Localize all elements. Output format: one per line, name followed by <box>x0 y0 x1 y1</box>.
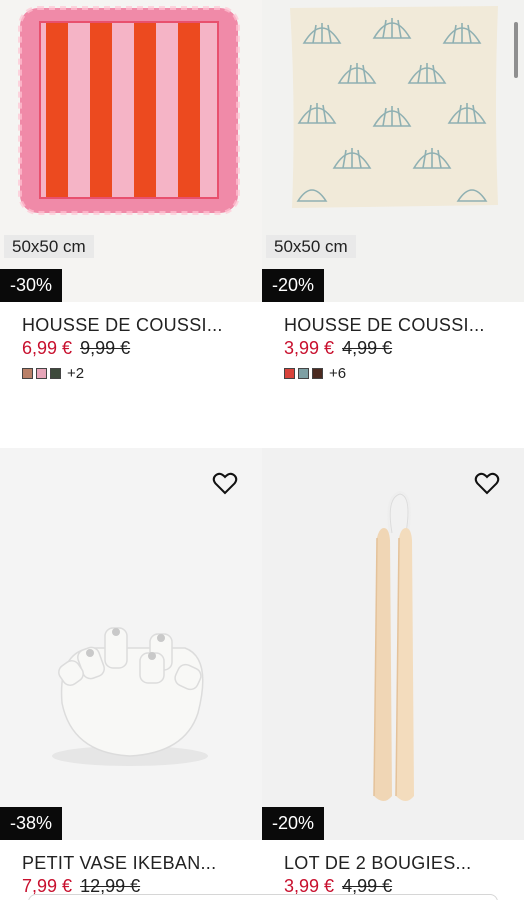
vase-image <box>0 448 262 840</box>
heart-outline-icon[interactable] <box>474 472 500 496</box>
heart-outline-icon[interactable] <box>212 472 238 496</box>
color-swatch[interactable] <box>36 367 47 379</box>
original-price: 4,99 € <box>342 876 393 896</box>
bottom-sheet-edge <box>28 894 498 900</box>
product-price: 6,99 € 9,99 € <box>22 337 240 359</box>
discount-badge: -30% <box>0 269 63 302</box>
size-badge: 50x50 cm <box>4 235 94 258</box>
candles-image <box>262 448 524 840</box>
more-colors-count[interactable]: +6 <box>329 365 346 382</box>
color-swatch[interactable] <box>312 367 323 379</box>
discount-badge: -20% <box>262 807 325 840</box>
discount-badge: -20% <box>262 269 325 302</box>
sale-price: 7,99 € <box>22 876 73 896</box>
original-price: 4,99 € <box>342 338 393 358</box>
more-colors-count[interactable]: +2 <box>67 365 84 382</box>
product-image[interactable]: -20% <box>262 448 524 840</box>
product-image[interactable]: -38% <box>0 448 262 840</box>
sale-price: 3,99 € <box>284 876 335 896</box>
sale-price: 6,99 € <box>22 338 73 358</box>
color-swatches: +6 <box>284 365 502 382</box>
size-badge: 50x50 cm <box>266 235 356 258</box>
product-title[interactable]: LOT DE 2 BOUGIES... <box>284 852 502 874</box>
product-card[interactable]: -20% LOT DE 2 BOUGIES... 3,99 € 4,99 € <box>262 448 524 897</box>
product-image[interactable]: 50x50 cm -20% <box>262 0 524 302</box>
product-title[interactable]: HOUSSE DE COUSSI... <box>284 314 502 336</box>
product-card[interactable]: 50x50 cm -30% HOUSSE DE COUSSI... 6,99 €… <box>0 0 262 382</box>
color-swatch[interactable] <box>298 367 309 379</box>
color-swatch[interactable] <box>50 367 61 379</box>
color-swatches: +2 <box>22 365 240 382</box>
product-price: 3,99 € 4,99 € <box>284 337 502 359</box>
scrollbar[interactable] <box>514 22 518 78</box>
discount-badge: -38% <box>0 807 63 840</box>
product-title[interactable]: HOUSSE DE COUSSI... <box>22 314 240 336</box>
product-grid: 50x50 cm -30% HOUSSE DE COUSSI... 6,99 €… <box>0 0 524 900</box>
color-swatch[interactable] <box>284 367 295 379</box>
product-card[interactable]: -38% PETIT VASE IKEBAN... 7,99 € 12,99 € <box>0 448 262 897</box>
product-title[interactable]: PETIT VASE IKEBAN... <box>22 852 240 874</box>
product-image[interactable]: 50x50 cm -30% <box>0 0 262 302</box>
original-price: 9,99 € <box>80 338 131 358</box>
sale-price: 3,99 € <box>284 338 335 358</box>
color-swatch[interactable] <box>22 367 33 379</box>
product-card[interactable]: 50x50 cm -20% HOUSSE DE COUSSI... 3,99 €… <box>262 0 524 382</box>
original-price: 12,99 € <box>80 876 141 896</box>
